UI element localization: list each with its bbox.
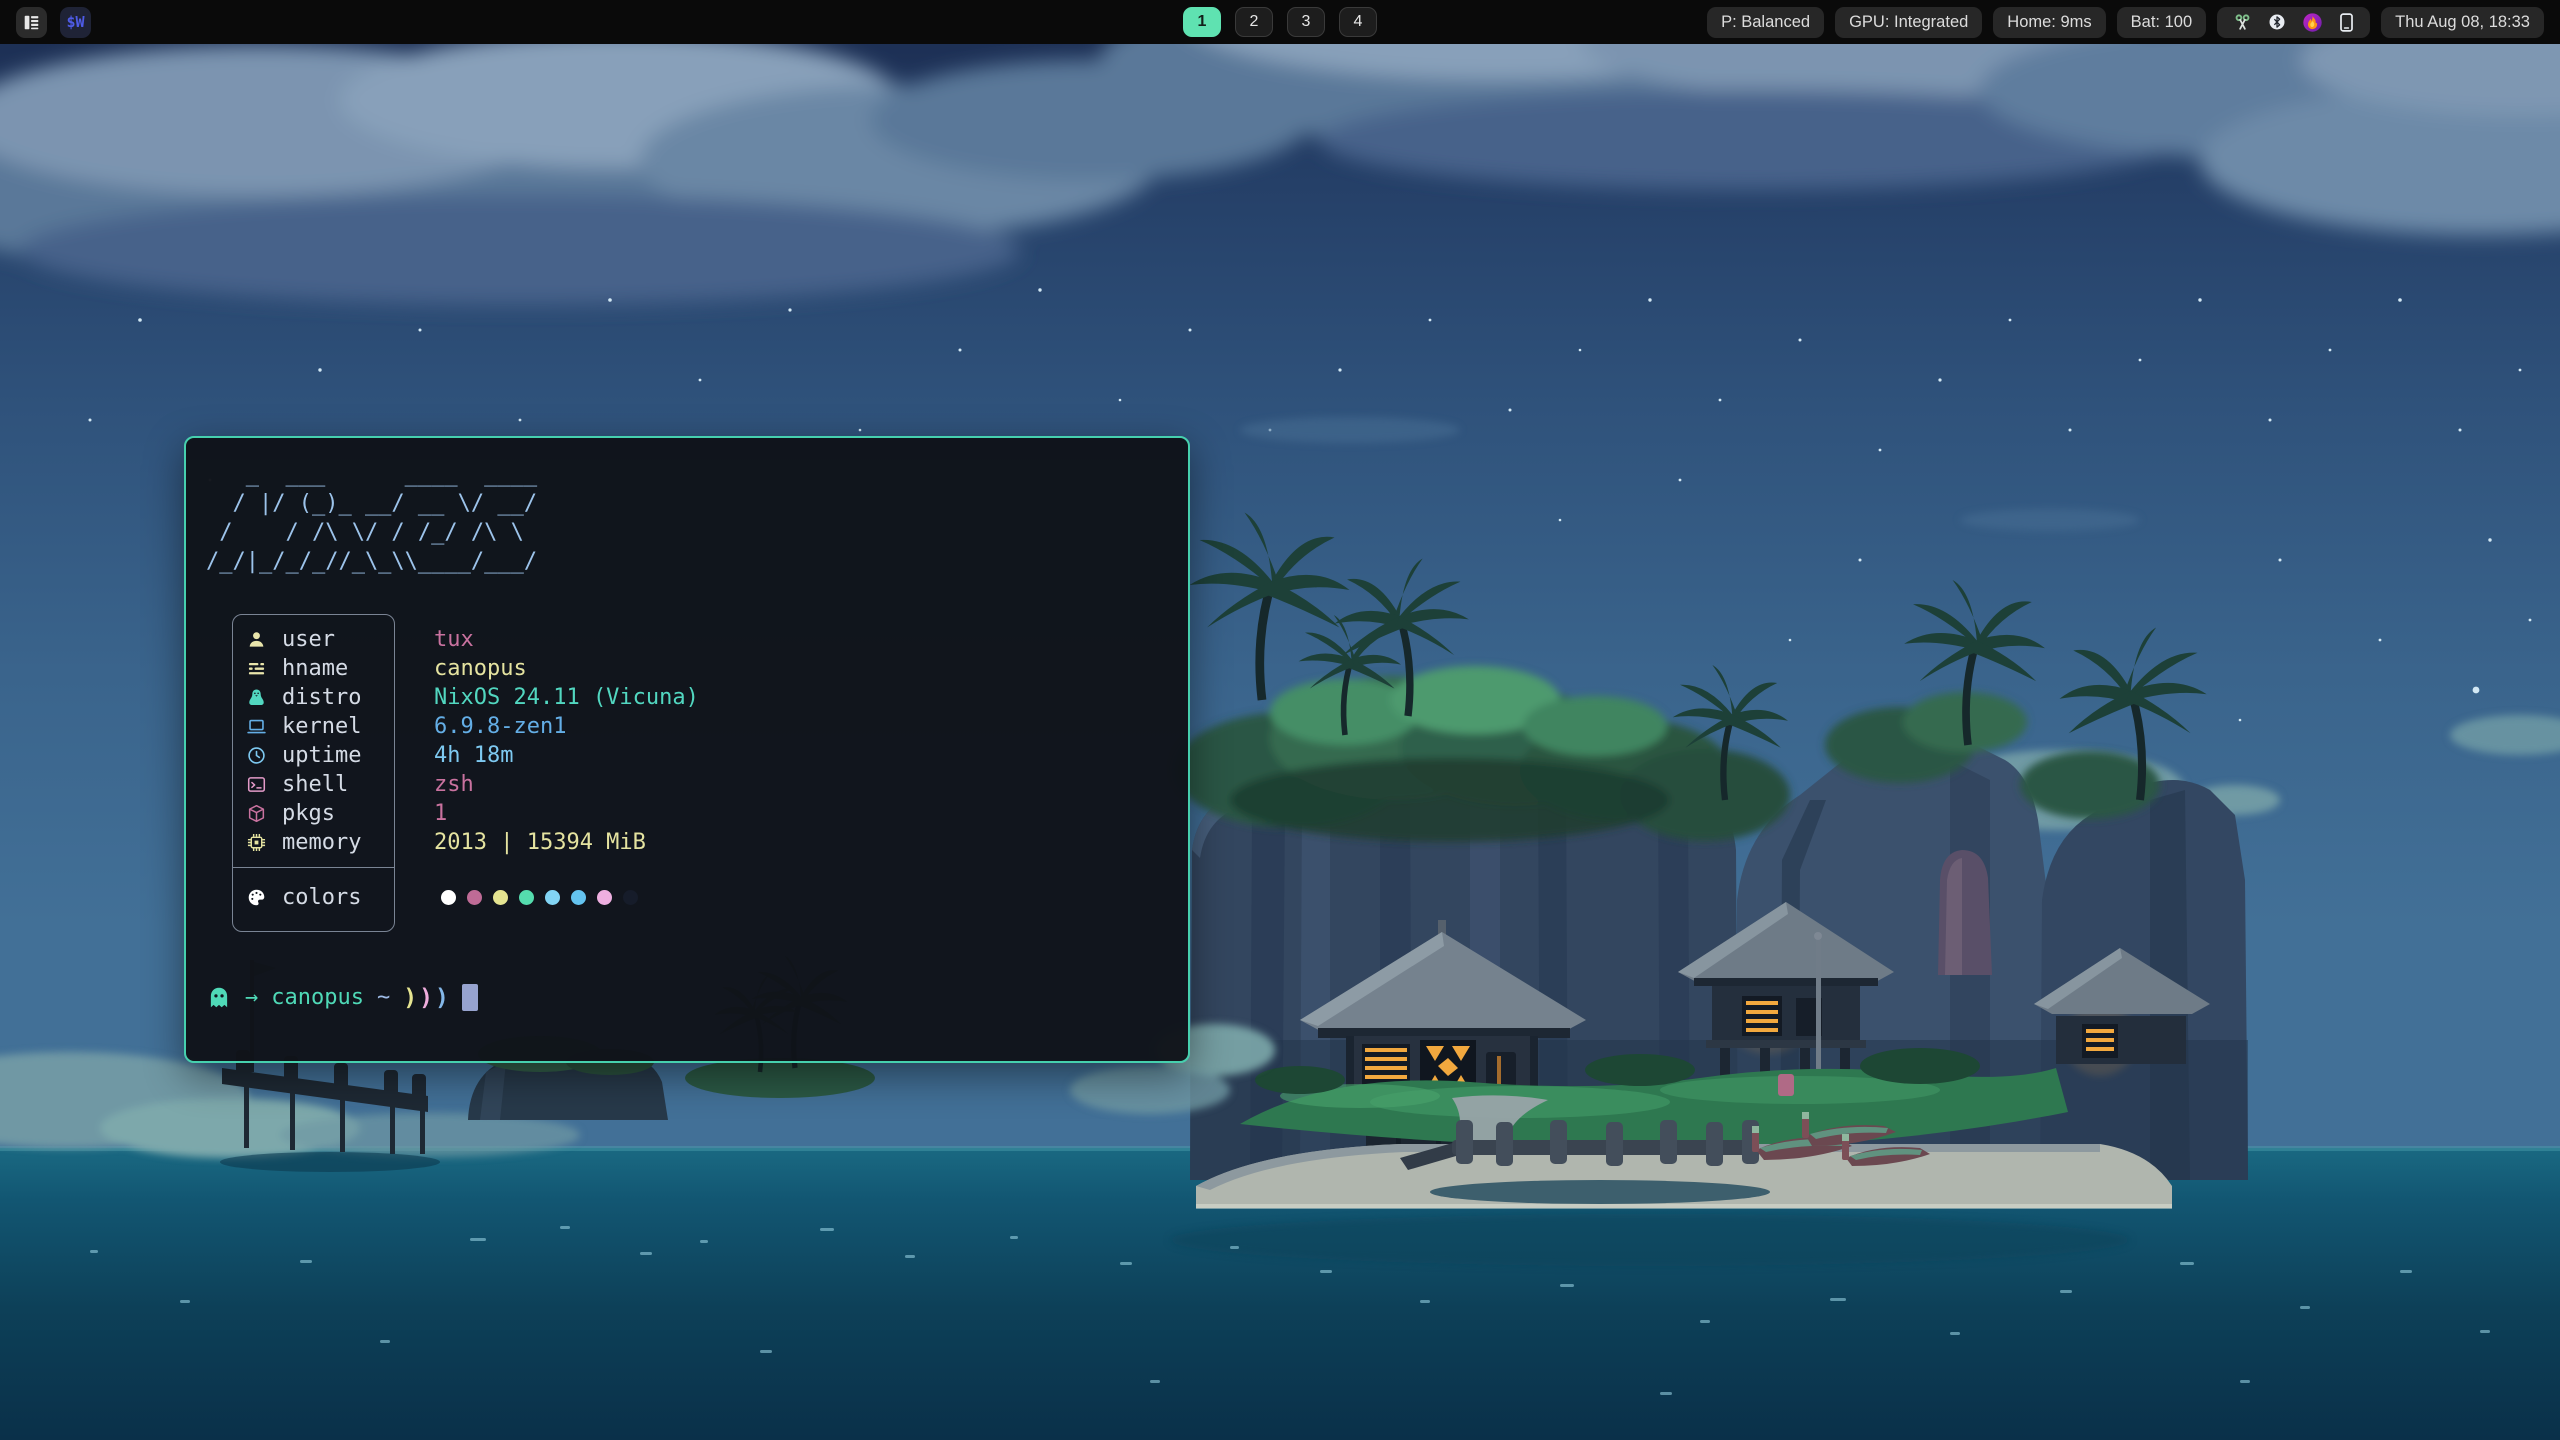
palette-dot — [571, 890, 586, 905]
palette-dot — [493, 890, 508, 905]
prompt-chevron: ) — [403, 985, 417, 1011]
gpu-pill[interactable]: GPU: Integrated — [1835, 7, 1982, 38]
palette-dot — [467, 890, 482, 905]
terminal-window[interactable]: _ ___ ____ ____ / |/ (_)_ __/ __ \/ __/ … — [184, 436, 1190, 1063]
system-tray — [2217, 7, 2370, 38]
wm-logo-text: $W — [66, 13, 84, 31]
fetch-label: uptime — [282, 743, 361, 768]
app-launcher-button[interactable] — [16, 7, 47, 38]
fetch-row-uptime: uptime 4h 18m — [232, 741, 1132, 770]
fetch-row-distro: distro NixOS 24.11 (Vicuna) — [232, 683, 1132, 712]
clock-pill[interactable]: Thu Aug 08, 18:33 — [2381, 7, 2544, 38]
uptime-icon — [247, 746, 271, 765]
fetch-value: 4h 18m — [434, 743, 513, 768]
palette-dot — [519, 890, 534, 905]
workspace-button-1[interactable]: 1 — [1183, 7, 1221, 37]
palette-dot — [545, 890, 560, 905]
top-bar: $W 1 2 3 4 P: Balanced GPU: Integrated H… — [0, 0, 2560, 44]
fetch-value: NixOS 24.11 (Vicuna) — [434, 685, 699, 710]
bar-right: P: Balanced GPU: Integrated Home: 9ms Ba… — [1707, 7, 2544, 38]
palette-dot — [441, 890, 456, 905]
fetch-row-shell: shell zsh — [232, 770, 1132, 799]
hostname-icon — [247, 659, 271, 678]
fetch-label: kernel — [282, 714, 361, 739]
bluetooth-icon[interactable] — [2268, 13, 2286, 31]
prompt-chevron: ) — [435, 985, 449, 1011]
user-icon — [247, 630, 271, 649]
terminal-palette — [441, 890, 638, 905]
prompt-path: ~ — [377, 985, 390, 1010]
fetch-label: pkgs — [282, 801, 335, 826]
workspace-button-4[interactable]: 4 — [1339, 7, 1377, 37]
shell-icon — [247, 775, 271, 794]
flame-icon[interactable] — [2302, 12, 2323, 33]
power-profile-pill[interactable]: P: Balanced — [1707, 7, 1824, 38]
fetch-label: shell — [282, 772, 348, 797]
fetch-label: distro — [282, 685, 361, 710]
fetch-row-kernel: kernel 6.9.8-zen1 — [232, 712, 1132, 741]
fetch-label: user — [282, 627, 335, 652]
fetch-value: tux — [434, 627, 474, 652]
bar-left: $W — [16, 7, 91, 38]
distro-icon — [247, 688, 271, 707]
ping-pill[interactable]: Home: 9ms — [1993, 7, 2105, 38]
fetch-value: 2013 | 15394 MiB — [434, 830, 646, 855]
desktop: $W 1 2 3 4 P: Balanced GPU: Integrated H… — [0, 0, 2560, 1440]
prompt-arrow: → — [245, 985, 258, 1010]
workspace-button-3[interactable]: 3 — [1287, 7, 1325, 37]
scissors-icon[interactable] — [2233, 13, 2252, 32]
palette-dot — [623, 890, 638, 905]
fetch-row-colors: colors — [232, 876, 1132, 918]
fetch-value: 1 — [434, 801, 447, 826]
fetch-value: zsh — [434, 772, 474, 797]
grid-icon — [23, 14, 40, 31]
fetch-row-memory: memory 2013 | 15394 MiB — [232, 828, 1132, 857]
fetch-label: hname — [282, 656, 348, 681]
memory-icon — [247, 833, 271, 852]
fetch-value: 6.9.8-zen1 — [434, 714, 566, 739]
phone-icon[interactable] — [2339, 13, 2354, 32]
fetch-label: colors — [282, 885, 361, 910]
workspace-switcher: 1 2 3 4 — [1183, 7, 1377, 37]
packages-icon — [247, 804, 271, 823]
fetch-label: memory — [282, 830, 361, 855]
wm-logo-button[interactable]: $W — [60, 7, 91, 38]
ghost-icon — [206, 985, 232, 1011]
shell-prompt[interactable]: → canopus ~ ) ) ) — [206, 984, 1168, 1011]
fetch-value: canopus — [434, 656, 527, 681]
prompt-host: canopus — [271, 985, 364, 1010]
kernel-icon — [247, 717, 271, 736]
workspace-button-2[interactable]: 2 — [1235, 7, 1273, 37]
palette-icon — [247, 888, 271, 907]
ascii-logo: _ ___ ____ ____ / |/ (_)_ __/ __ \/ __/ … — [206, 460, 1168, 576]
text-cursor[interactable] — [462, 984, 478, 1011]
fetch-row-pkgs: pkgs 1 — [232, 799, 1132, 828]
palette-dot — [597, 890, 612, 905]
battery-pill[interactable]: Bat: 100 — [2117, 7, 2206, 38]
fetch-info: user tux hname canopus distro NixOS 24.1… — [232, 614, 1132, 932]
fetch-row-user: user tux — [232, 625, 1132, 654]
fetch-row-hname: hname canopus — [232, 654, 1132, 683]
prompt-chevron: ) — [419, 985, 433, 1011]
